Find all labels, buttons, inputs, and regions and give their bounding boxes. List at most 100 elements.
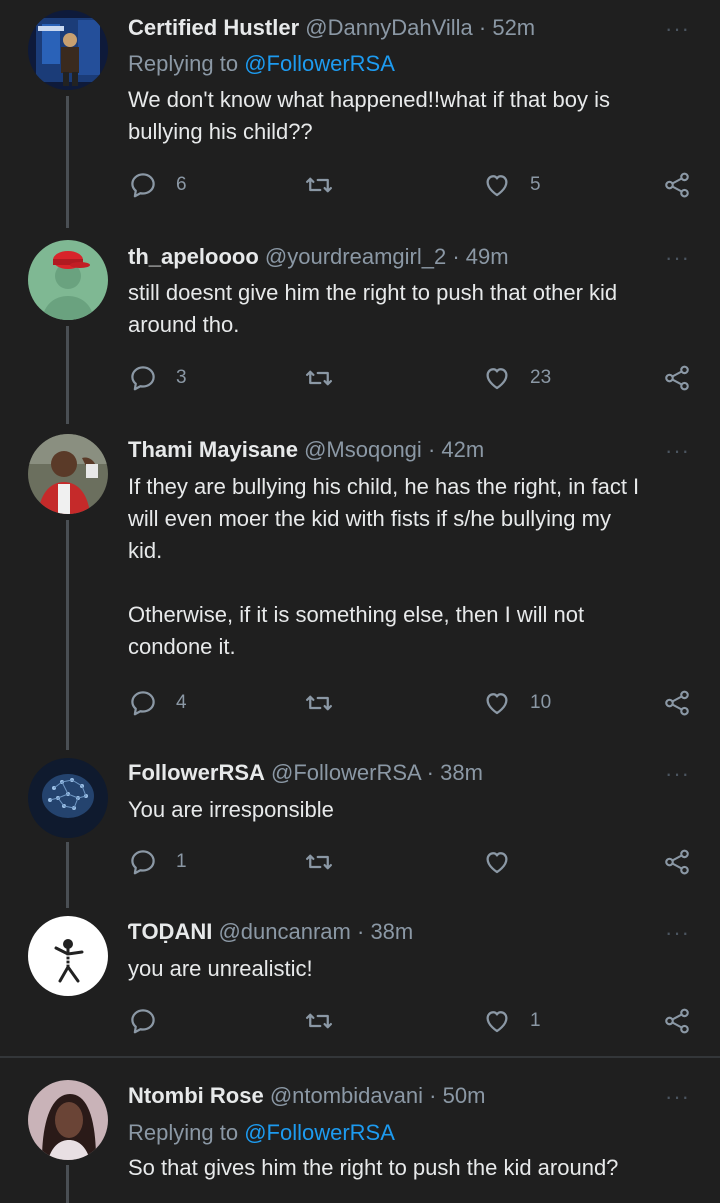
separator: · [452,244,460,269]
reply-button[interactable]: 4 [128,686,187,720]
separator: · [478,15,487,40]
thread-connector [66,326,69,424]
more-icon[interactable]: ··· [665,922,690,944]
avatar[interactable] [28,434,108,514]
tweet-header: Thami Mayisane @Msoqongi · 42m [128,436,660,464]
user-handle[interactable]: @duncanram [218,919,350,944]
more-icon[interactable]: ··· [665,1086,690,1108]
reply-count: 1 [176,851,187,872]
retweet-icon [306,695,332,711]
separator: · [429,1083,437,1108]
timestamp[interactable]: 38m [370,919,413,944]
separator: · [427,437,436,462]
share-button[interactable] [662,361,692,395]
reply-button[interactable]: 1 [128,845,187,879]
retweet-icon [306,177,332,193]
heart-icon [486,852,508,874]
tweet-header: FollowerRSA @FollowerRSA · 38m [128,759,660,787]
like-button[interactable]: 10 [482,686,551,720]
timestamp[interactable]: 52m [492,15,535,40]
display-name[interactable]: Certified Hustler [128,15,299,40]
timestamp[interactable]: 49m [466,244,509,269]
tweet-header: th_apeloooo @yourdreamgirl_2 · 49m [128,243,660,271]
retweet-icon [306,370,332,386]
avatar[interactable] [28,10,108,90]
retweet-button[interactable] [304,686,352,720]
tweet-header: Ntombi Rose @ntombidavani · 50m [128,1082,660,1110]
share-button[interactable] [662,1004,692,1038]
avatar[interactable] [28,240,108,320]
display-name[interactable]: Thami Mayisane [128,437,298,462]
thread-connector [66,842,69,908]
mention-link[interactable]: @FollowerRSA [244,1120,395,1145]
like-button[interactable]: 5 [482,168,541,202]
separator: · [356,919,365,944]
retweet-button[interactable] [304,1004,352,1038]
reply-count: 6 [176,174,187,195]
replying-prefix: Replying to [128,1120,239,1145]
mention-link[interactable]: @FollowerRSA [244,51,395,76]
more-icon[interactable]: ··· [665,18,690,40]
reply-count: 3 [176,367,187,388]
tweet-text: still doesnt give him the right to push … [128,280,618,337]
avatar-image [28,1080,108,1160]
user-handle[interactable]: @ntombidavani [270,1083,423,1108]
timestamp[interactable]: 42m [441,437,484,462]
display-name[interactable]: ƬOḌANI [128,919,212,944]
heart-icon [486,1011,508,1033]
avatar[interactable] [28,758,108,838]
reply-icon [131,173,155,198]
heart-icon [486,175,508,197]
more-icon[interactable]: ··· [665,763,690,785]
retweet-button[interactable] [304,361,352,395]
avatar-image [28,10,108,90]
reply-button[interactable] [128,1004,176,1038]
share-button[interactable] [662,845,692,879]
share-button[interactable] [662,686,692,720]
reply-icon [131,1009,155,1034]
retweet-button[interactable] [304,168,352,202]
display-name[interactable]: Ntombi Rose [128,1083,264,1108]
more-icon[interactable]: ··· [665,247,690,269]
user-handle[interactable]: @DannyDahVilla [305,15,472,40]
reply-button[interactable]: 6 [128,168,187,202]
tweet-actions: 1 [128,845,698,879]
like-button[interactable]: 1 [482,1004,541,1038]
like-count: 5 [530,174,541,195]
reply-button[interactable]: 3 [128,361,187,395]
like-button[interactable]: 23 [482,361,551,395]
timestamp[interactable]: 50m [443,1083,486,1108]
like-count: 1 [530,1010,541,1031]
retweet-icon [306,854,332,870]
reply-thread: Certified Hustler @DannyDahVilla · 52m ·… [0,0,720,1203]
reply-icon [131,850,155,875]
avatar-image [28,434,108,514]
tweet-actions: 3 23 [128,361,698,395]
reply-icon [131,691,155,716]
avatar-image [28,758,108,838]
avatar[interactable] [28,1080,108,1160]
share-button[interactable] [662,168,692,202]
avatar-image [28,240,108,320]
replying-prefix: Replying to [128,51,239,76]
share-icon [665,1008,689,1034]
retweet-button[interactable] [304,845,352,879]
timestamp[interactable]: 38m [440,760,483,785]
tweet-header: Certified Hustler @DannyDahVilla · 52m [128,14,660,42]
separator: · [426,760,434,785]
replying-to: Replying to @FollowerRSA [128,50,395,78]
like-count: 23 [530,367,552,388]
tweet-text: If they are bullying his child, he has t… [128,474,640,659]
display-name[interactable]: FollowerRSA [128,760,265,785]
user-handle[interactable]: @Msoqongi [304,437,422,462]
tweet-actions: 4 10 [128,686,698,720]
display-name[interactable]: th_apeloooo [128,244,259,269]
share-icon [665,849,689,875]
user-handle[interactable]: @FollowerRSA [271,760,421,785]
share-icon [665,365,689,391]
tweet-actions: 1 [128,1004,698,1038]
like-button[interactable] [482,845,530,879]
avatar[interactable] [28,916,108,996]
more-icon[interactable]: ··· [665,440,690,462]
user-handle[interactable]: @yourdreamgirl_2 [265,244,446,269]
